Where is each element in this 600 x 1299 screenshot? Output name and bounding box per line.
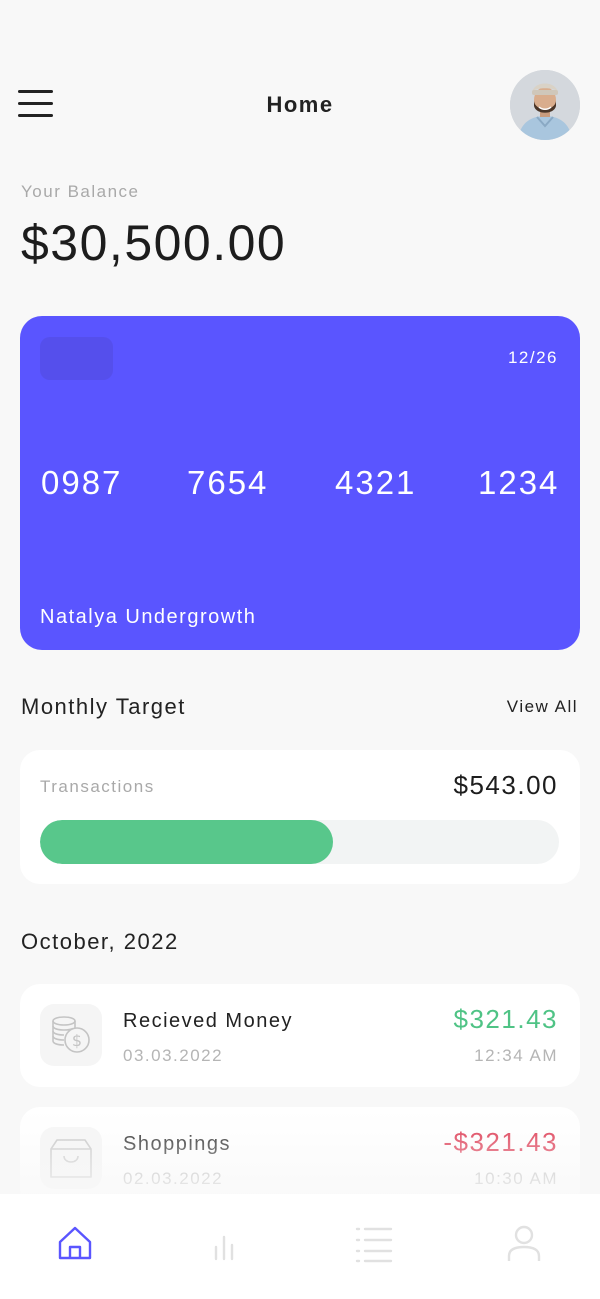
card-number-group: 0987	[41, 464, 123, 501]
target-label: Transactions	[40, 777, 155, 796]
user-avatar[interactable]	[510, 70, 580, 140]
card-holder-name: Natalya Undergrowth	[40, 606, 257, 628]
transaction-amount: $321.43	[453, 1004, 558, 1034]
view-all-link[interactable]: View All	[507, 697, 578, 717]
transaction-amount: -$321.43	[443, 1127, 558, 1157]
card-number-group: 4321	[335, 464, 417, 501]
home-screen: Home Your Balance $30,500.00 12/26 0987 …	[0, 0, 600, 1299]
balance-label: Your Balance	[21, 182, 140, 201]
balance-value: $30,500.00	[21, 215, 287, 271]
monthly-target-card: Transactions $543.00	[20, 750, 580, 884]
home-icon[interactable]	[50, 1218, 100, 1268]
card-number-group: 1234	[478, 464, 560, 501]
profile-icon[interactable]	[499, 1218, 549, 1268]
card-expiry: 12/26	[507, 348, 558, 367]
card-chip	[40, 337, 113, 380]
transaction-item[interactable]: $ Recieved Money 03.03.2022 $321.43 12:3…	[20, 984, 580, 1087]
transaction-time: 12:34 AM	[474, 1046, 558, 1065]
card-number-group: 7654	[187, 464, 269, 501]
target-progress-bar	[40, 820, 559, 864]
shopping-bag-icon	[40, 1127, 102, 1189]
transaction-date: 02.03.2022	[123, 1169, 224, 1188]
bank-card[interactable]: 12/26 0987 7654 4321 1234 Natalya Underg…	[20, 316, 580, 650]
bar-chart-icon[interactable]	[199, 1218, 249, 1268]
bottom-nav	[0, 1194, 600, 1299]
transaction-title: Shoppings	[123, 1133, 232, 1155]
monthly-target-title: Monthly Target	[21, 694, 186, 719]
transaction-date: 03.03.2022	[123, 1046, 224, 1065]
svg-text:$: $	[72, 1031, 82, 1050]
history-month-title: October, 2022	[21, 929, 179, 954]
target-amount: $543.00	[453, 770, 558, 800]
coins-dollar-icon: $	[40, 1004, 102, 1066]
transaction-title: Recieved Money	[123, 1010, 293, 1032]
list-icon[interactable]	[348, 1218, 398, 1268]
transaction-time: 10:30 AM	[474, 1169, 558, 1188]
target-progress-fill	[40, 820, 334, 864]
